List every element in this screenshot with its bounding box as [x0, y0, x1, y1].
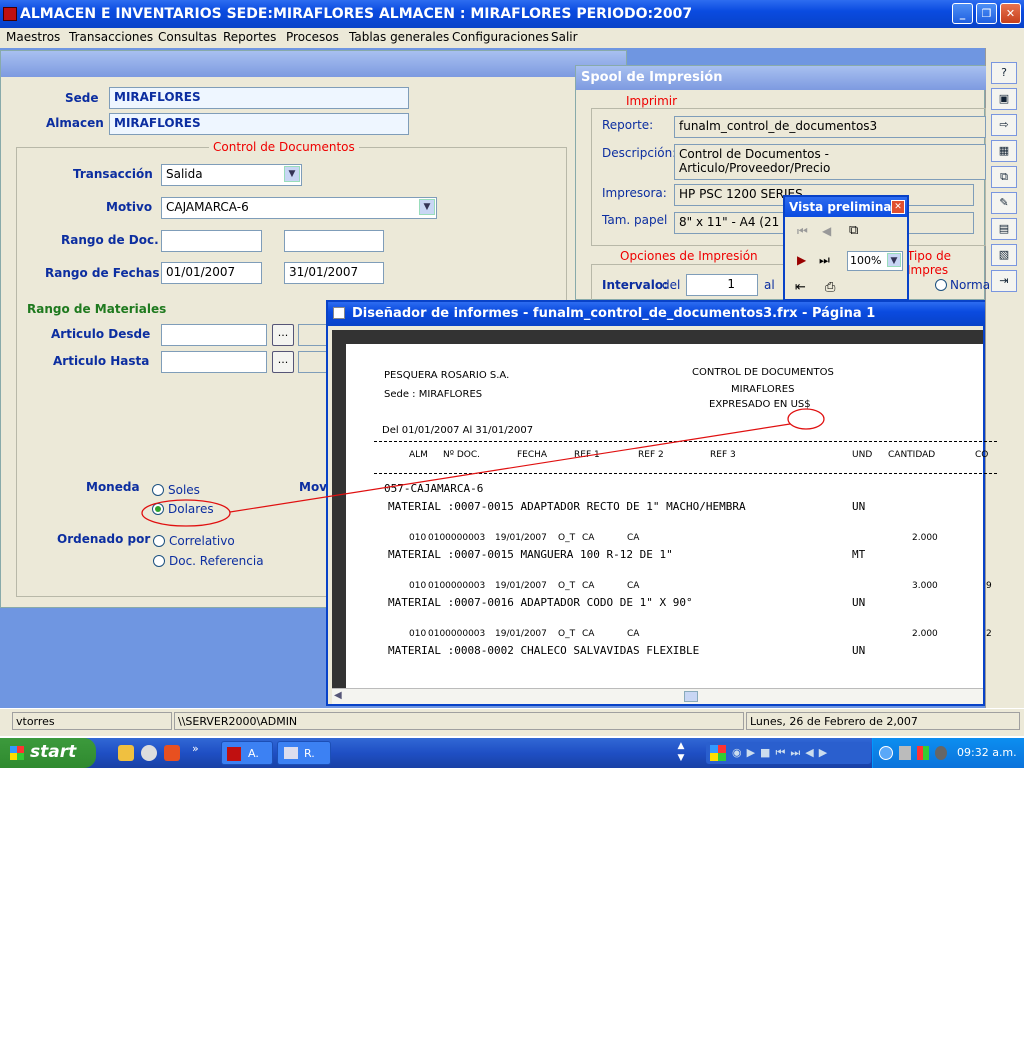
- system-tray: 09:32 a.m.: [872, 738, 1024, 768]
- taskbar: start » A. R. ▲ ▼ ◉▶■⏮⏭◀▶ 09:32 a.m.: [0, 738, 1024, 768]
- start-button[interactable]: start: [0, 738, 96, 768]
- status-bar: vtorres \\SERVER2000\ADMIN Lunes, 26 de …: [0, 708, 1024, 736]
- windows-logo-icon: [710, 745, 726, 761]
- annotation-line: [229, 423, 791, 513]
- printer-icon: [284, 747, 298, 759]
- media-player-icon[interactable]: [141, 745, 157, 761]
- status-date: Lunes, 26 de Febrero de 2,007: [746, 712, 1020, 730]
- tray-expand-icon[interactable]: [879, 746, 893, 760]
- annotation-ellipse: [787, 408, 825, 430]
- taskbar-app-reportes[interactable]: R.: [277, 741, 331, 765]
- clock[interactable]: 09:32 a.m.: [957, 746, 1017, 759]
- user-icon[interactable]: [899, 746, 911, 760]
- taskbar-scroll[interactable]: ▲ ▼: [675, 740, 687, 766]
- annotation-overlay: [141, 408, 825, 527]
- network-icon[interactable]: [917, 746, 929, 760]
- status-user: vtorres: [12, 712, 172, 730]
- more-icon[interactable]: »: [192, 742, 199, 755]
- task1-label: A.: [248, 747, 259, 760]
- show-desktop-icon[interactable]: [118, 745, 134, 761]
- windows-logo-icon: [10, 746, 24, 760]
- app-icon: [227, 747, 241, 761]
- start-label: start: [30, 742, 77, 762]
- task2-label: R.: [304, 747, 315, 760]
- volume-icon[interactable]: [935, 746, 947, 760]
- media-controls-icon[interactable]: ◉▶■⏮⏭◀▶: [732, 746, 832, 760]
- app-launcher-icon[interactable]: [164, 745, 180, 761]
- status-server: \\SERVER2000\ADMIN: [174, 712, 744, 730]
- annotation-ellipse: [141, 499, 231, 527]
- taskbar-app-almacen[interactable]: A.: [221, 741, 273, 765]
- media-toolbar[interactable]: ◉▶■⏮⏭◀▶: [706, 742, 871, 764]
